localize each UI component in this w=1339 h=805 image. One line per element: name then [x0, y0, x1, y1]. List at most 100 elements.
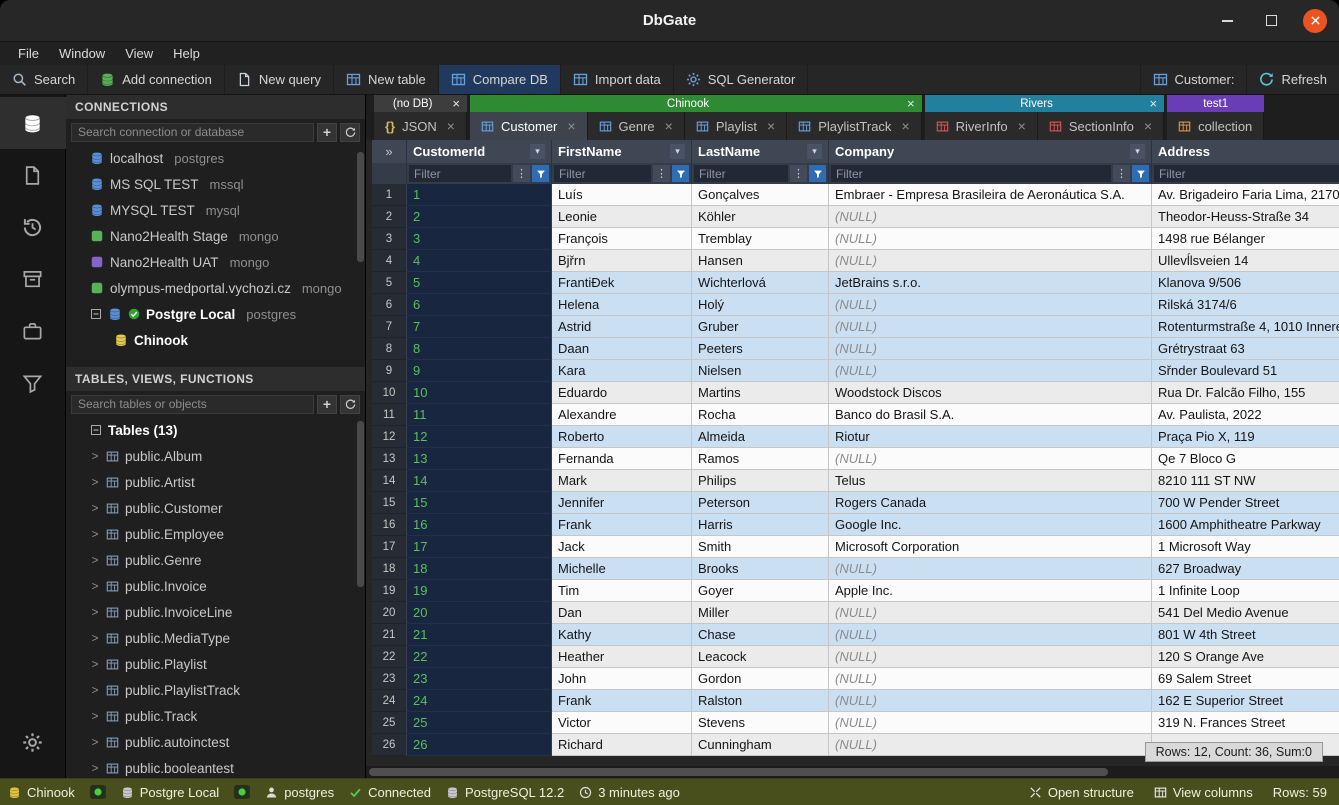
column-header-company[interactable]: Company▾: [829, 140, 1152, 163]
grid-cell[interactable]: Hansen: [692, 250, 829, 272]
refresh-connections-button[interactable]: [340, 123, 360, 142]
grid-cell[interactable]: 5: [407, 272, 552, 294]
grid-cell[interactable]: Apple Inc.: [829, 580, 1152, 602]
grid-cell[interactable]: (NULL): [829, 250, 1152, 272]
grid-cell[interactable]: Theodor-Heuss-Straße 34: [1152, 206, 1339, 228]
rail-applications[interactable]: [0, 305, 66, 357]
expand-chevron-icon[interactable]: >: [90, 657, 100, 671]
table-item-public-album[interactable]: >public.Album: [66, 443, 365, 469]
grid-cell[interactable]: Praça Pio X, 119: [1152, 426, 1339, 448]
grid-cell[interactable]: Gruber: [692, 316, 829, 338]
grid-cell[interactable]: Jennifer: [552, 492, 692, 514]
grid-cell[interactable]: (NULL): [829, 294, 1152, 316]
close-tab-icon[interactable]: ×: [1018, 119, 1026, 133]
table-item-public-customer[interactable]: >public.Customer: [66, 495, 365, 521]
grid-cell[interactable]: (NULL): [829, 690, 1152, 712]
close-tab-icon[interactable]: ×: [447, 119, 455, 133]
grid-cell[interactable]: Richard: [552, 734, 692, 756]
grid-cell[interactable]: Ralston: [692, 690, 829, 712]
tab-genre[interactable]: Genre×: [588, 112, 685, 140]
close-tab-icon[interactable]: ×: [767, 119, 775, 133]
filter-funnel-button[interactable]: [532, 165, 549, 182]
grid-cell[interactable]: Martins: [692, 382, 829, 404]
tab-playlist[interactable]: Playlist×: [685, 112, 787, 140]
menu-file[interactable]: File: [8, 44, 49, 63]
row-number[interactable]: 12: [372, 426, 407, 448]
expand-chevron-icon[interactable]: >: [90, 449, 100, 463]
grid-cell[interactable]: 19: [407, 580, 552, 602]
row-number[interactable]: 11: [372, 404, 407, 426]
connection-item-olympus-medportal-vychozi-cz[interactable]: olympus-medportal.vychozi.czmongo: [66, 275, 365, 301]
grid-cell[interactable]: Chase: [692, 624, 829, 646]
row-number[interactable]: 6: [372, 294, 407, 316]
grid-cell[interactable]: Cunningham: [692, 734, 829, 756]
grid-cell[interactable]: (NULL): [829, 360, 1152, 382]
minimize-button[interactable]: [1215, 9, 1239, 33]
filter-menu-button[interactable]: ⋮: [653, 165, 670, 182]
grid-cell[interactable]: Jack: [552, 536, 692, 558]
table-item-public-booleantest[interactable]: >public.booleantest: [66, 755, 365, 778]
table-item-public-playlist[interactable]: >public.Playlist: [66, 651, 365, 677]
grid-cell[interactable]: Victor: [552, 712, 692, 734]
row-number[interactable]: 25: [372, 712, 407, 734]
grid-cell[interactable]: Eduardo: [552, 382, 692, 404]
grid-cell[interactable]: Astrid: [552, 316, 692, 338]
open-structure-button[interactable]: Open structure: [1029, 785, 1134, 800]
tab-collection[interactable]: collection: [1167, 112, 1264, 140]
grid-cell[interactable]: 1: [407, 184, 552, 206]
row-number[interactable]: 5: [372, 272, 407, 294]
expand-chevron-icon[interactable]: >: [90, 553, 100, 567]
row-number[interactable]: 9: [372, 360, 407, 382]
grid-cell[interactable]: Gonçalves: [692, 184, 829, 206]
grid-cell[interactable]: Woodstock Discos: [829, 382, 1152, 404]
filter-funnel-button[interactable]: [672, 165, 689, 182]
grid-cell[interactable]: 120 S Orange Ave: [1152, 646, 1339, 668]
grid-cell[interactable]: Alexandre: [552, 404, 692, 426]
grid-cell[interactable]: Goyer: [692, 580, 829, 602]
menu-help[interactable]: Help: [163, 44, 210, 63]
connection-item-ms-sql-test[interactable]: MS SQL TESTmssql: [66, 171, 365, 197]
row-number[interactable]: 16: [372, 514, 407, 536]
toolbar-search-button[interactable]: Search: [0, 65, 88, 94]
close-group-icon[interactable]: ×: [907, 97, 915, 110]
tab-json[interactable]: {}JSON×: [374, 112, 467, 140]
grid-cell[interactable]: 16: [407, 514, 552, 536]
table-item-public-genre[interactable]: >public.Genre: [66, 547, 365, 573]
table-item-public-mediatype[interactable]: >public.MediaType: [66, 625, 365, 651]
row-number[interactable]: 24: [372, 690, 407, 712]
grid-cell[interactable]: 1600 Amphitheatre Parkway: [1152, 514, 1339, 536]
grid-cell[interactable]: Riotur: [829, 426, 1152, 448]
row-number[interactable]: 4: [372, 250, 407, 272]
grid-cell[interactable]: Brooks: [692, 558, 829, 580]
grid-cell[interactable]: Leonie: [552, 206, 692, 228]
grid-cell[interactable]: 541 Del Medio Avenue: [1152, 602, 1339, 624]
add-connection-mini-button[interactable]: +: [317, 123, 337, 142]
grid-cell[interactable]: Wichterlová: [692, 272, 829, 294]
grid-cell[interactable]: Ullevĺlsveien 14: [1152, 250, 1339, 272]
row-number[interactable]: 17: [372, 536, 407, 558]
db-group-no-db[interactable]: (no DB)×: [374, 95, 467, 112]
row-number[interactable]: 19: [372, 580, 407, 602]
grid-cell[interactable]: Tremblay: [692, 228, 829, 250]
column-dropdown-icon[interactable]: ▾: [670, 144, 685, 159]
grid-cell[interactable]: Embraer - Empresa Brasileira de Aeronáut…: [829, 184, 1152, 206]
expand-columns-button[interactable]: »: [372, 140, 407, 163]
grid-cell[interactable]: (NULL): [829, 316, 1152, 338]
grid-cell[interactable]: 700 W Pender Street: [1152, 492, 1339, 514]
toolbar-compare-db-button[interactable]: Compare DB: [439, 65, 561, 94]
grid-cell[interactable]: 801 W 4th Street: [1152, 624, 1339, 646]
connection-item-mysql-test[interactable]: MYSQL TESTmysql: [66, 197, 365, 223]
horizontal-scrollbar[interactable]: [366, 766, 1339, 778]
menu-view[interactable]: View: [115, 44, 163, 63]
grid-cell[interactable]: 10: [407, 382, 552, 404]
filter-input-customerid[interactable]: Filter: [409, 165, 511, 182]
toolbar-refresh-button[interactable]: Refresh: [1246, 65, 1339, 94]
db-group-chinook[interactable]: Chinook×: [470, 95, 922, 112]
grid-cell[interactable]: Philips: [692, 470, 829, 492]
row-number[interactable]: 26: [372, 734, 407, 756]
grid-cell[interactable]: Banco do Brasil S.A.: [829, 404, 1152, 426]
grid-cell[interactable]: Kara: [552, 360, 692, 382]
filter-input-firstname[interactable]: Filter: [554, 165, 651, 182]
grid-cell[interactable]: 1498 rue Bélanger: [1152, 228, 1339, 250]
connection-item-nano2health-uat[interactable]: Nano2Health UATmongo: [66, 249, 365, 275]
